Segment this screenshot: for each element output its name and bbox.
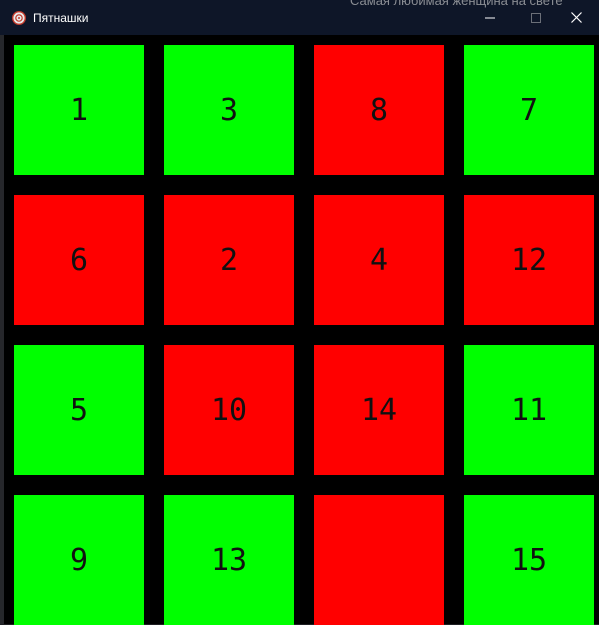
maximize-icon (531, 12, 541, 23)
tile-4[interactable]: 7 (464, 45, 594, 175)
tile-2[interactable]: 3 (164, 45, 294, 175)
tile-9[interactable]: 5 (14, 345, 144, 475)
game-window: Самая любимая женщина на свете Пятнашки (0, 0, 599, 625)
tile-16[interactable]: 15 (464, 495, 594, 625)
close-button[interactable] (553, 0, 599, 35)
window-title: Пятнашки (33, 11, 89, 25)
puzzle-board: 1 3 8 7 6 2 4 12 5 10 14 11 9 13 15 (4, 35, 599, 625)
tile-15[interactable] (314, 495, 444, 625)
tile-13[interactable]: 9 (14, 495, 144, 625)
minimize-icon (485, 17, 495, 18)
tile-12[interactable]: 11 (464, 345, 594, 475)
tile-6[interactable]: 2 (164, 195, 294, 325)
tile-5[interactable]: 6 (14, 195, 144, 325)
tile-10[interactable]: 10 (164, 345, 294, 475)
title-bar[interactable]: Самая любимая женщина на свете Пятнашки (0, 0, 599, 35)
close-icon (570, 12, 582, 23)
tile-14[interactable]: 13 (164, 495, 294, 625)
tile-1[interactable]: 1 (14, 45, 144, 175)
tile-7[interactable]: 4 (314, 195, 444, 325)
tile-8[interactable]: 12 (464, 195, 594, 325)
tile-3[interactable]: 8 (314, 45, 444, 175)
tile-11[interactable]: 14 (314, 345, 444, 475)
app-icon (11, 10, 27, 26)
minimize-button[interactable] (467, 0, 513, 35)
